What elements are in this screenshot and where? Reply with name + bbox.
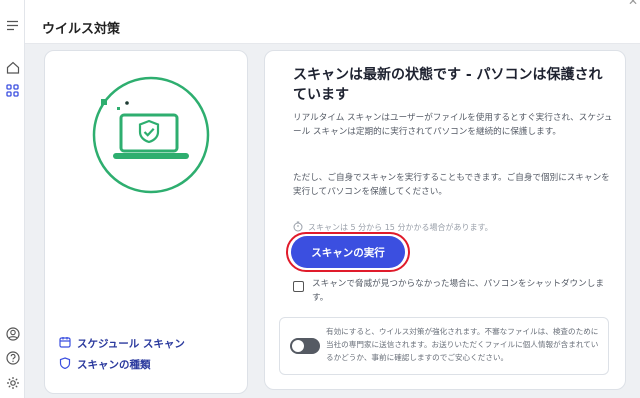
scan-status-card: スキャンは最新の状態です - パソコンは保護されています リアルタイム スキャン… bbox=[264, 50, 626, 390]
status-heading: スキャンは最新の状態です - パソコンは保護されています bbox=[293, 67, 603, 103]
account-icon[interactable] bbox=[5, 326, 20, 341]
sidebar-rail bbox=[0, 0, 25, 398]
shutdown-option: スキャンで脅威が見つからなかった場合に、パソコンをシャットダウンします。 bbox=[293, 277, 615, 305]
manual-scan-description: ただし、ご自身でスキャンを実行することもできます。ご自身で個別にスキャンを実行し… bbox=[293, 173, 610, 197]
status-illustration-card: スケジュール スキャン スキャンの種類 bbox=[44, 50, 248, 394]
close-icon[interactable]: ✕ bbox=[628, 0, 638, 8]
top-bar: ウイルス対策 ✕ bbox=[25, 0, 640, 44]
protected-laptop-illustration bbox=[92, 76, 210, 194]
file-submission-toggle[interactable] bbox=[290, 338, 320, 354]
page-title: ウイルス対策 bbox=[42, 22, 121, 37]
file-submission-description: 有効にすると、ウイルス対策が強化されます。不審なファイルは、検査のために当社の専… bbox=[326, 327, 599, 362]
shield-icon bbox=[59, 357, 71, 372]
schedule-scan-link[interactable]: スケジュール スキャン bbox=[59, 336, 185, 351]
menu-icon[interactable] bbox=[5, 18, 20, 33]
run-scan-button[interactable]: スキャンの実行 bbox=[291, 236, 405, 268]
schedule-scan-label: スケジュール スキャン bbox=[77, 338, 185, 350]
realtime-scan-description: リアルタイム スキャンはユーザーがファイルを使用するとすぐ実行され、スケジュール… bbox=[293, 113, 613, 137]
file-submission-panel: 有効にすると、ウイルス対策が強化されます。不審なファイルは、検査のために当社の専… bbox=[279, 317, 609, 375]
calendar-icon bbox=[59, 336, 71, 351]
help-icon[interactable] bbox=[5, 350, 20, 365]
scan-types-label: スキャンの種類 bbox=[77, 359, 151, 371]
shutdown-checkbox-label: スキャンで脅威が見つからなかった場合に、パソコンをシャットダウンします。 bbox=[312, 279, 604, 303]
scan-types-link[interactable]: スキャンの種類 bbox=[59, 357, 151, 372]
apps-icon[interactable] bbox=[5, 83, 20, 98]
shutdown-checkbox[interactable] bbox=[293, 281, 304, 292]
home-icon[interactable] bbox=[5, 60, 20, 75]
settings-icon[interactable] bbox=[5, 375, 20, 390]
toggle-knob bbox=[292, 340, 304, 352]
